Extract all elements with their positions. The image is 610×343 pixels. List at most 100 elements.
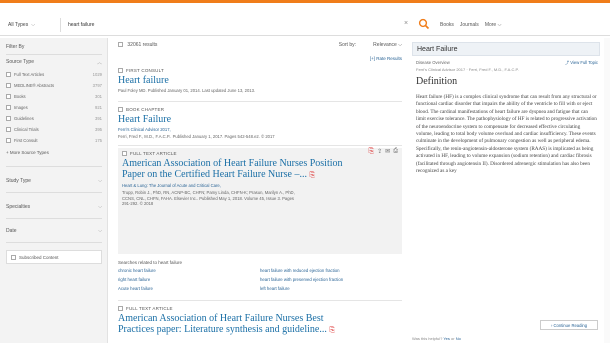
clear-icon[interactable]: × [404, 19, 408, 29]
checkbox[interactable] [6, 138, 11, 143]
result-item-highlighted: ⎘ ⇪ ✉ ⎙ FULL TEXT ARTICLE American Assoc… [118, 148, 402, 254]
related-search-link[interactable]: heart failure with preserved ejection fr… [260, 277, 402, 282]
facet-full-text[interactable]: Full Text Articles 1029 [6, 70, 102, 79]
result-type: BOOK CHAPTER [126, 107, 165, 112]
checkbox[interactable] [6, 94, 11, 99]
result-meta: Trupp, Robin J., PhD, RN, ACNP-BC, CHFN;… [122, 190, 295, 206]
result-item: FULL TEXT ARTICLE American Association o… [118, 306, 402, 336]
panel-title: Heart Failure [412, 42, 600, 56]
topic-panel: Heart Failure Disease Overview ⤴ View Fu… [412, 38, 600, 343]
related-search-link[interactable]: Acute heart failure [118, 286, 260, 291]
specialties-section[interactable]: Specialties ⌵ [6, 204, 102, 210]
divider [6, 218, 102, 219]
chevron-down-icon: ⌵ [31, 22, 35, 28]
result-meta: Paul Foley MD. Published January 01, 201… [118, 88, 256, 93]
search-bar: All Types ⌵ × Books Journals More ⌵ [0, 14, 610, 36]
result-source[interactable]: Ferri's Clinical Advisor 2017, [118, 127, 402, 132]
result-title[interactable]: American Association of Heart Failure Nu… [122, 158, 398, 181]
chevron-up-icon: ︿ [96, 60, 102, 66]
nav-more[interactable]: More ⌵ [485, 22, 502, 28]
result-item: FIRST CONSULT Heart failure Paul Foley M… [118, 68, 402, 94]
pdf-icon: ⎘ [309, 171, 316, 179]
nav-journals[interactable]: Journals [460, 22, 479, 28]
facet-medline[interactable]: MEDLINE® Abstracts 3797 [6, 81, 102, 90]
type-select[interactable]: All Types ⌵ [8, 18, 35, 32]
result-title[interactable]: Heart failure [118, 75, 402, 86]
result-item: BOOK CHAPTER Heart Failure Ferri's Clini… [118, 107, 402, 140]
subscribed-content-toggle[interactable]: Subscribed Content [6, 250, 102, 264]
filter-by-heading: Filter By [6, 44, 25, 50]
checkbox[interactable] [122, 151, 127, 156]
accent-bar [0, 0, 610, 3]
pdf-icon: ⎘ [329, 326, 335, 334]
result-type: FULL TEXT ARTICLE [126, 306, 173, 311]
facet-guidelines[interactable]: Guidelines 391 [6, 114, 102, 123]
divider [6, 242, 102, 243]
helpful-yes-link[interactable]: Yes [443, 336, 450, 341]
facet-first-consult[interactable]: First Consult 175 [6, 136, 102, 145]
checkbox[interactable] [11, 254, 16, 260]
related-search-link[interactable]: right heart failure [118, 277, 260, 282]
checkbox[interactable] [118, 107, 123, 112]
panel-source: Ferri's Clinical Advisor 2017 · Ferri, F… [416, 67, 519, 72]
search-icon[interactable] [418, 18, 430, 30]
divider [118, 145, 402, 146]
checkbox[interactable] [6, 72, 11, 77]
scrollbar[interactable] [604, 38, 610, 343]
continue-reading-button[interactable]: › Continue Reading [540, 320, 598, 330]
share-icon[interactable]: ⇪ [377, 148, 382, 156]
chevron-down-icon: ⌵ [98, 178, 102, 184]
panel-overview-label: Disease Overview [416, 60, 450, 65]
chevron-down-icon: ⌵ [497, 22, 502, 28]
result-meta: Ferri, Fred F., M.D., F.A.C.P.. Publishe… [118, 134, 275, 139]
sort-select[interactable]: Relevance ⌵ [373, 42, 402, 48]
view-full-topic-link[interactable]: ⤴ View Full Topic [565, 60, 598, 66]
result-type: FULL TEXT ARTICLE [130, 151, 177, 156]
divider [118, 101, 402, 102]
helpful-no-link[interactable]: No [456, 336, 461, 341]
chevron-right-icon: › [550, 322, 553, 328]
checkbox[interactable] [6, 83, 11, 88]
related-search-link[interactable]: chronic heart failure [118, 268, 260, 273]
divider [60, 18, 61, 32]
divider [118, 300, 402, 301]
results-list: 32061 results Sort by: Relevance ⌵ [+] R… [118, 38, 402, 343]
facet-clinical-trials[interactable]: Clinical Trials 395 [6, 125, 102, 134]
filter-sidebar: Filter By Source Type ︿ Full Text Article… [0, 38, 108, 343]
related-searches: Searches related to heart failure chroni… [118, 260, 402, 291]
related-search-link[interactable]: left heart failure [260, 286, 402, 291]
results-header: 32061 results Sort by: Relevance ⌵ [118, 42, 402, 52]
facet-images[interactable]: Images 921 [6, 103, 102, 112]
result-title[interactable]: Heart Failure [118, 114, 402, 125]
result-title[interactable]: American Association of Heart Failure Nu… [118, 313, 402, 336]
result-type: FIRST CONSULT [126, 68, 164, 73]
checkbox[interactable] [118, 306, 123, 311]
checkbox[interactable] [6, 105, 11, 110]
chevron-down-icon: ⌵ [98, 204, 102, 210]
divider [6, 166, 102, 167]
date-section[interactable]: Date ⌵ [6, 228, 102, 234]
email-icon[interactable]: ✉ [385, 148, 390, 156]
select-all-checkbox[interactable] [118, 42, 123, 48]
facet-books[interactable]: Books 301 [6, 92, 102, 101]
external-link-icon: ⤴ [564, 60, 570, 65]
divider [6, 192, 102, 193]
fade-overlay [412, 292, 600, 316]
pdf-icon[interactable]: ⎘ [369, 148, 375, 156]
divider [6, 54, 102, 55]
result-tools: ⎘ ⇪ ✉ ⎙ [369, 148, 398, 156]
more-source-types-link[interactable]: + More Source Types [6, 150, 49, 155]
nav-books[interactable]: Books [440, 22, 454, 28]
print-icon[interactable]: ⎙ [393, 148, 398, 156]
source-type-section[interactable]: Source Type ︿ [6, 59, 102, 66]
search-input[interactable] [68, 18, 388, 32]
checkbox[interactable] [6, 127, 11, 132]
definition-text: Heart failure (HF) is a complex clinical… [416, 94, 597, 175]
chevron-down-icon: ⌵ [398, 42, 402, 48]
study-type-section[interactable]: Study Type ⌵ [6, 178, 102, 184]
result-source[interactable]: Heart & Lung: The Journal of Acute and C… [122, 183, 398, 188]
checkbox[interactable] [118, 68, 123, 73]
checkbox[interactable] [6, 116, 11, 121]
rate-results-link[interactable]: [+] Rate Results [370, 56, 402, 61]
related-search-link[interactable]: heart failure with reduced ejection frac… [260, 268, 402, 273]
